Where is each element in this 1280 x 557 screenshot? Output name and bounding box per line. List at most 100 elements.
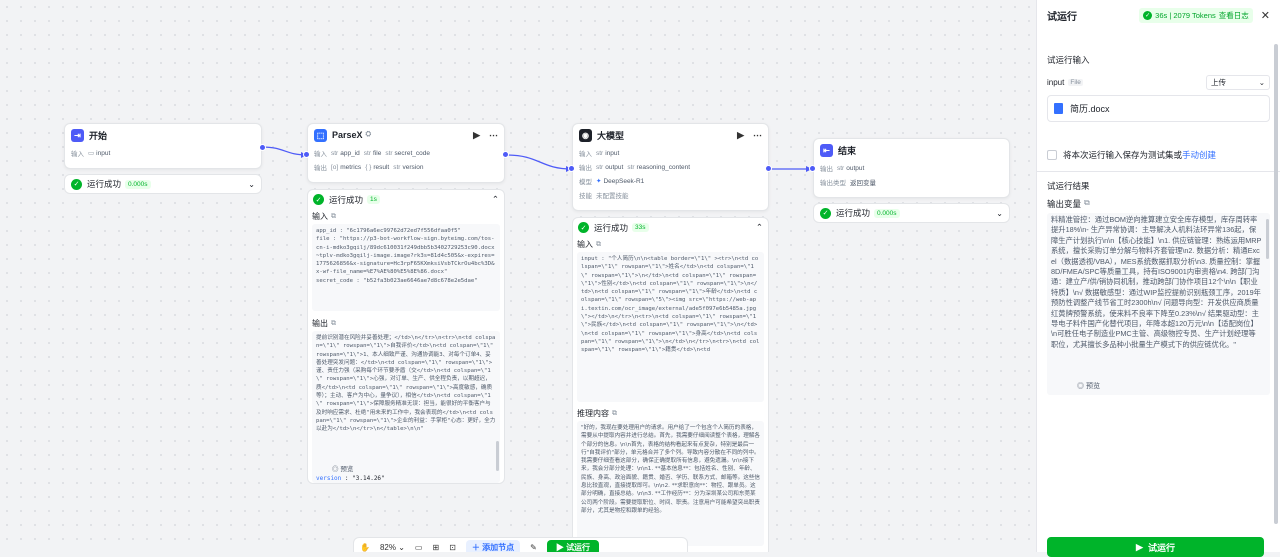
result-preview-link[interactable]: ◎ 预览 [1077,381,1100,391]
panel-scrollbar[interactable] [1274,44,1278,524]
llm-skill-value: 未配置技能 [596,193,629,200]
llm-reason-text: "好的，我现在要处理用户的请求。用户给了一个包含个人简历的表格，需要从中提取内容… [577,421,764,546]
check-icon: ✓ [71,178,82,190]
copy-icon[interactable]: ⧉ [596,241,601,249]
tag-input: str input [596,149,620,157]
end-run-text: 运行成功 [836,208,871,218]
llm-reason-section: 推理内容 [577,409,609,418]
upload-select[interactable]: 上传 ⌄ [1206,75,1270,90]
parsex-input-text: app_id : "6c1796a6ec99762d72ed7f556dfaa0… [312,224,500,311]
llm-out-port[interactable] [765,165,772,172]
parsex-out-port[interactable] [502,151,509,158]
preview-link[interactable]: ◎ 预览 [312,463,500,473]
try-run-toolbar-button[interactable]: ▶ 试运行 [546,539,600,552]
end-out-label: 输出 [820,166,833,173]
add-node-button[interactable]: ＋ 添加节点 [465,539,521,552]
status-badge: ✓ 36s | 2079 Tokens 查看日志 [1139,7,1253,23]
run-node-icon[interactable]: ▶ [473,130,480,141]
chevron-up-icon[interactable]: ⌃ [756,222,763,233]
output-var-label: 输出变量 [1047,199,1082,209]
start-run-text: 运行成功 [87,179,122,189]
start-run-status[interactable]: ✓ 运行成功 0.000s ⌄ [64,174,262,194]
uploaded-file[interactable]: 简历.docx [1047,95,1270,122]
model-name: ✦ DeepSeek-R1 [596,177,645,186]
word-file-icon [1054,103,1063,114]
llm-in-section: 输入 [577,240,593,249]
tag-result: { } result [365,163,390,171]
parsex-run-panel[interactable]: ✓ 运行成功 1s ⌃ 输入 ⧉ app_id : "6c1796a6ec99762d7… [307,189,505,484]
copy-icon[interactable]: ⧉ [612,410,617,418]
start-input-tag: ▭ input [88,149,111,158]
llm-title: 大模型 [597,130,625,141]
debug-icon[interactable]: ✎ [530,543,537,552]
end-in-port[interactable] [809,165,816,172]
scrollbar[interactable] [496,441,499,471]
run-node-icon[interactable]: ▶ [737,130,744,141]
llm-in-label: 输入 [579,151,592,158]
scrollbar[interactable] [1266,219,1269,259]
more-icon[interactable]: ⋯ [489,130,498,141]
chevron-down-icon: ⌄ [1258,78,1265,87]
edges [261,146,812,172]
save-testset-checkbox[interactable] [1047,150,1057,160]
parsex-node[interactable]: ⬚ ParseX ⛭ ▶ ⋯ 输入 str app_id str file str secr… [307,123,505,183]
version-key: version [316,475,342,482]
try-run-button[interactable]: ▶ 试运行 [1047,537,1264,557]
start-icon: ⇥ [71,128,84,142]
llm-run-text: 运行成功 [594,222,629,233]
parsex-out-section: 输出 [312,319,328,328]
parsex-in-port[interactable] [303,151,310,158]
start-input-label: 输入 [71,151,84,158]
tag-metrics: [o] metrics [331,163,362,171]
end-type-label: 输出类型 [820,180,846,187]
result-section-title: 试运行结果 [1047,181,1090,191]
input-type-badge: File [1068,79,1083,86]
grid-icon[interactable]: ⊞ [432,543,439,552]
llm-node[interactable]: ◉ 大模型 ▶ ⋯ 输入 str input 输出 str output str reaso… [572,123,769,211]
chevron-down-icon[interactable]: ⌄ [996,209,1003,218]
chevron-down-icon[interactable]: ⌄ [248,180,255,189]
minimap-icon[interactable]: ⊡ [449,543,456,552]
file-name: 简历.docx [1070,104,1110,114]
tag-output: str output [596,163,624,171]
tag-secret-code: str secret_code [385,149,430,157]
copy-icon[interactable]: ⧉ [331,320,336,328]
hand-icon[interactable]: ✋ [360,543,370,552]
start-title: 开始 [89,130,108,141]
version-value: "3.14.26" [352,475,385,482]
end-node[interactable]: ⇤ 结束 输出 str output 输出类型 返回变量 [813,138,1010,198]
tag-version: str version [393,163,424,171]
copy-icon[interactable]: ⧉ [1084,198,1090,210]
llm-model-label: 模型 [579,179,592,186]
llm-out-label: 输出 [579,165,592,172]
start-out-port[interactable] [259,144,266,151]
view-log-link[interactable]: 查看日志 [1219,10,1249,21]
manual-create-link[interactable]: 手动创建 [1182,149,1216,161]
comment-icon[interactable]: ▭ [415,543,423,552]
tag-reasoning: str reasoning_content [627,163,691,171]
zoom-level[interactable]: 82% ⌄ [380,543,405,552]
tag-app-id: str app_id [331,149,360,157]
llm-run-panel[interactable]: ✓ 运行成功 33s ⌃ 输入 ⧉ input : "个人简历\n\n<table bo… [572,217,769,552]
parsex-in-label: 输入 [314,151,327,158]
parsex-run-time: 1s [367,195,380,204]
close-icon[interactable]: ✕ [1261,9,1270,22]
end-icon: ⇤ [820,143,833,157]
copy-icon[interactable]: ⧉ [331,213,336,221]
end-run-time: 0.000s [874,208,900,218]
check-icon: ✓ [578,222,589,233]
llm-icon: ◉ [579,128,592,142]
parsex-run-text: 运行成功 [329,194,364,205]
tag-end-output: str output [837,164,865,172]
start-node[interactable]: ⇥ 开始 输入 ▭ input [64,123,262,169]
panel-title: 试运行 [1047,11,1077,23]
end-run-status[interactable]: ✓ 运行成功 0.000s ⌄ [813,203,1010,223]
parsex-out-label: 输出 [314,165,327,172]
check-icon: ✓ [1143,10,1153,20]
start-run-time: 0.000s [125,179,151,189]
workflow-canvas[interactable]: ⇥ 开始 输入 ▭ input ✓ 运行成功 0.000s ⌄ ⬚ ParseX ⛭ ▶ ⋯ 输… [0,0,1036,552]
llm-in-port[interactable] [568,165,575,172]
more-icon[interactable]: ⋯ [753,130,762,141]
end-type-value: 返回变量 [850,180,876,187]
chevron-up-icon[interactable]: ⌃ [492,194,499,205]
